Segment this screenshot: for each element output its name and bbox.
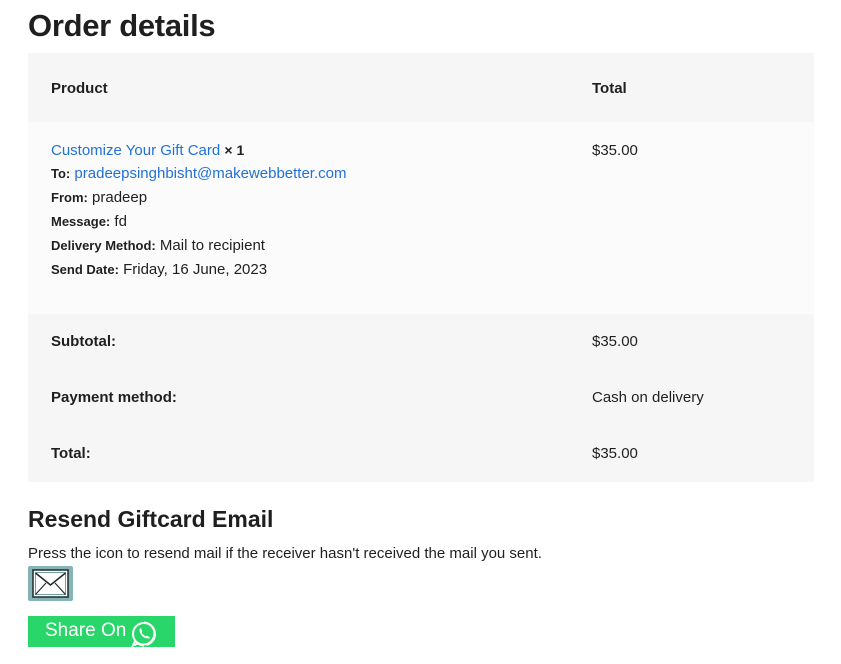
meta-value: Mail to recipient: [159, 237, 265, 254]
meta-label: Message:: [51, 214, 111, 229]
meta-to: To: pradeepsinghbisht@makewebbetter.com: [51, 164, 346, 184]
totals-row-subtotal: Subtotal: $35.00: [28, 314, 814, 370]
totals-value: $35.00: [592, 445, 638, 462]
totals-label: Payment method:: [51, 389, 177, 406]
table-header: Product Total: [28, 53, 814, 122]
totals-value: Cash on delivery: [592, 389, 704, 406]
meta-label: Delivery Method:: [51, 238, 156, 253]
product-line: Customize Your Gift Card × 1: [51, 140, 244, 161]
item-price: $35.00: [592, 142, 638, 159]
recipient-email-link[interactable]: pradeepsinghbisht@makewebbetter.com: [74, 165, 346, 182]
meta-label: From:: [51, 190, 88, 205]
meta-value: Friday, 16 June, 2023: [123, 261, 268, 278]
meta-message: Message: fd: [51, 212, 127, 232]
totals-label: Subtotal:: [51, 333, 116, 350]
meta-label: To:: [51, 166, 71, 181]
meta-value: pradeep: [92, 189, 148, 206]
order-totals: Subtotal: $35.00 Payment method: Cash on…: [28, 314, 814, 482]
header-total: Total: [592, 80, 627, 97]
product-link[interactable]: Customize Your Gift Card: [51, 142, 220, 159]
whatsapp-icon: [130, 621, 156, 648]
order-table: Product Total Customize Your Gift Card ×…: [28, 53, 814, 482]
totals-row-total: Total: $35.00: [28, 426, 814, 482]
order-item-row: Customize Your Gift Card × 1 To: pradeep…: [28, 122, 814, 314]
product-quantity: × 1: [224, 142, 245, 158]
share-on-whatsapp-button[interactable]: Share On: [28, 616, 175, 648]
resend-note: Press the icon to resend mail if the rec…: [28, 545, 542, 562]
header-product: Product: [51, 80, 108, 97]
page-title: Order details: [28, 8, 216, 43]
envelope-icon: [32, 569, 69, 598]
totals-value: $35.00: [592, 333, 638, 350]
totals-row-payment-method: Payment method: Cash on delivery: [28, 370, 814, 426]
resend-mail-button[interactable]: [28, 566, 73, 601]
meta-label: Send Date:: [51, 262, 119, 277]
meta-from: From: pradeep: [51, 188, 147, 208]
meta-send-date: Send Date: Friday, 16 June, 2023: [51, 260, 267, 280]
meta-value: fd: [114, 213, 127, 230]
meta-delivery-method: Delivery Method: Mail to recipient: [51, 236, 265, 256]
share-label: Share On: [45, 620, 127, 641]
totals-label: Total:: [51, 445, 91, 462]
resend-heading: Resend Giftcard Email: [28, 506, 274, 532]
